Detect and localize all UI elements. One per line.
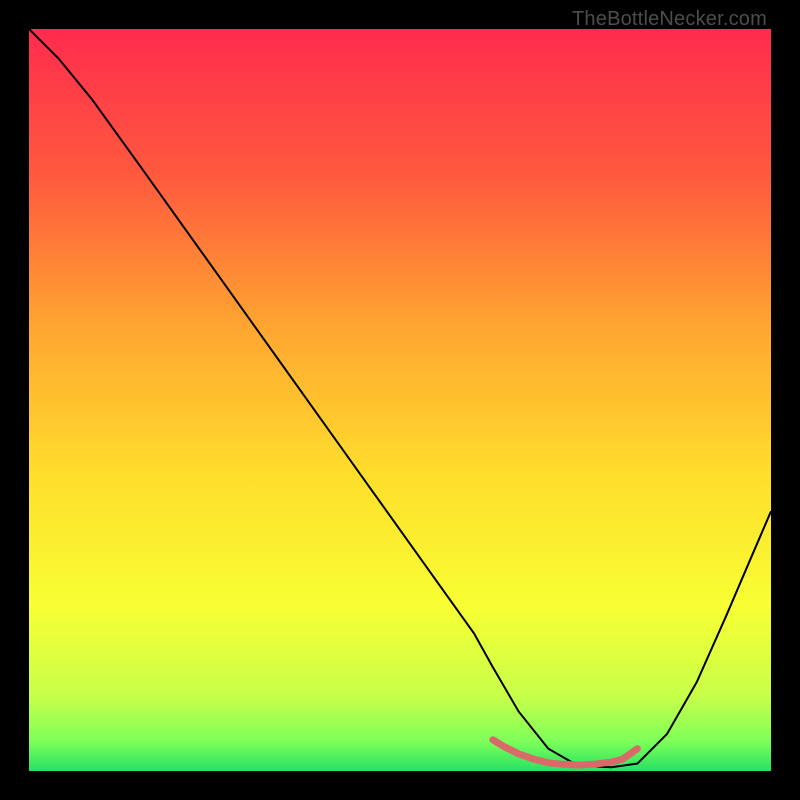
plot-svg [29,29,771,771]
chart-frame: TheBottleNecker.com [0,0,800,800]
plot-area [29,29,771,771]
watermark-text: TheBottleNecker.com [572,8,767,31]
gradient-background [29,29,771,771]
